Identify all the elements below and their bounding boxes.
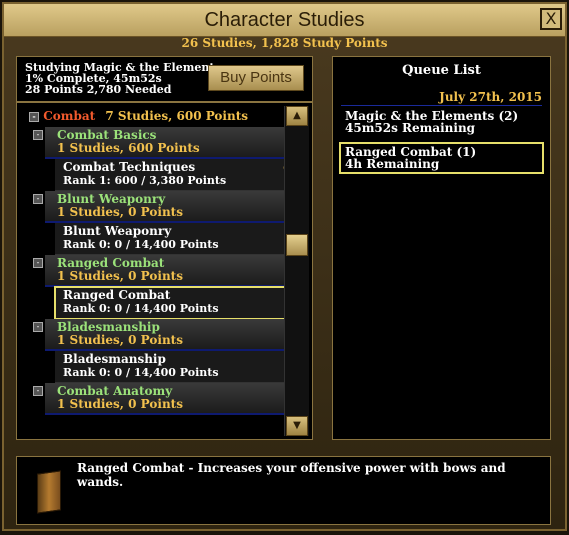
- queue-item-time: 45m52s Remaining: [345, 121, 476, 135]
- study-tree-panel: - Combat 7 Studies, 600 Points - Combat …: [16, 102, 313, 440]
- queue-panel: Queue List July 27th, 2015 Magic & the E…: [332, 56, 551, 440]
- queue-item-time: 4h Remaining: [345, 157, 440, 171]
- study-name: Bladesmanship: [63, 352, 166, 366]
- description-panel: Ranged Combat - Increases your offensive…: [16, 456, 551, 525]
- study-status-panel: Studying Magic & the Elements 1% Complet…: [16, 56, 313, 102]
- study-bladesmanship[interactable]: Bladesmanship Rank 0: 0 / 14,400 Points: [55, 351, 295, 383]
- group-stats: 1 Studies, 0 Points: [57, 205, 183, 219]
- arrow-down-icon[interactable]: ▼: [286, 416, 308, 436]
- study-rank: Rank 1: 600 / 3,380 Points: [63, 174, 227, 187]
- window-title: Character Studies: [204, 9, 365, 31]
- title-bar: Character Studies X: [4, 4, 565, 37]
- queue-title: Queue List: [402, 63, 481, 78]
- group-combat-anatomy[interactable]: - Combat Anatomy 1 Studies, 0 Points: [33, 383, 295, 415]
- group-stats: 1 Studies, 0 Points: [57, 333, 183, 347]
- tree-scrollbar[interactable]: ▲ ▼: [284, 106, 309, 436]
- queue-item[interactable]: Magic & the Elements (2) 45m52s Remainin…: [341, 108, 542, 136]
- collapse-toggle[interactable]: -: [33, 194, 43, 204]
- group-stats: 1 Studies, 600 Points: [57, 141, 200, 155]
- study-combat-techniques[interactable]: Combat Techniques Rank 1: 600 / 3,380 Po…: [55, 159, 295, 191]
- character-studies-window: Character Studies X 26 Studies, 1,828 St…: [2, 2, 567, 531]
- study-blunt-weaponry[interactable]: Blunt Weaponry Rank 0: 0 / 14,400 Points: [55, 223, 295, 255]
- study-rank: Rank 0: 0 / 14,400 Points: [63, 302, 219, 315]
- group-combat-basics[interactable]: - Combat Basics 1 Studies, 600 Points: [33, 127, 295, 159]
- study-rank: Rank 0: 0 / 14,400 Points: [63, 238, 219, 251]
- study-name: Ranged Combat: [63, 288, 171, 302]
- buy-points-button[interactable]: Buy Points: [208, 65, 304, 91]
- study-name: Blunt Weaponry: [63, 224, 172, 238]
- queue-item[interactable]: Ranged Combat (1) 4h Remaining: [339, 142, 544, 174]
- arrow-up-icon[interactable]: ▲: [286, 106, 308, 126]
- queue-date: July 27th, 2015: [341, 90, 542, 106]
- group-blunt-weaponry[interactable]: - Blunt Weaponry 1 Studies, 0 Points: [33, 191, 295, 223]
- book-icon: [37, 470, 61, 514]
- collapse-toggle[interactable]: -: [29, 111, 39, 122]
- collapse-toggle[interactable]: -: [33, 130, 43, 140]
- description-text: Ranged Combat - Increases your offensive…: [77, 461, 506, 489]
- category-name: Combat: [43, 109, 96, 123]
- group-bladesmanship[interactable]: - Bladesmanship 1 Studies, 0 Points: [33, 319, 295, 351]
- collapse-toggle[interactable]: -: [33, 386, 43, 396]
- collapse-toggle[interactable]: -: [33, 258, 43, 268]
- group-ranged-combat[interactable]: - Ranged Combat 1 Studies, 0 Points: [33, 255, 295, 287]
- category-combat[interactable]: - Combat 7 Studies, 600 Points: [29, 109, 295, 123]
- studies-summary: 26 Studies, 1,828 Study Points: [181, 36, 388, 50]
- group-stats: 1 Studies, 0 Points: [57, 397, 183, 411]
- category-stats: 7 Studies, 600 Points: [105, 109, 249, 123]
- study-tree-list: - Combat 7 Studies, 600 Points - Combat …: [29, 109, 296, 415]
- study-ranged-combat[interactable]: Ranged Combat Rank 0: 0 / 14,400 Points: [54, 286, 296, 320]
- close-button[interactable]: X: [540, 8, 562, 30]
- study-rank: Rank 0: 0 / 14,400 Points: [63, 366, 219, 379]
- group-stats: 1 Studies, 0 Points: [57, 269, 183, 283]
- scroll-thumb[interactable]: [286, 234, 308, 256]
- close-icon: X: [545, 9, 557, 28]
- collapse-toggle[interactable]: -: [33, 322, 43, 332]
- study-name: Combat Techniques: [63, 160, 196, 174]
